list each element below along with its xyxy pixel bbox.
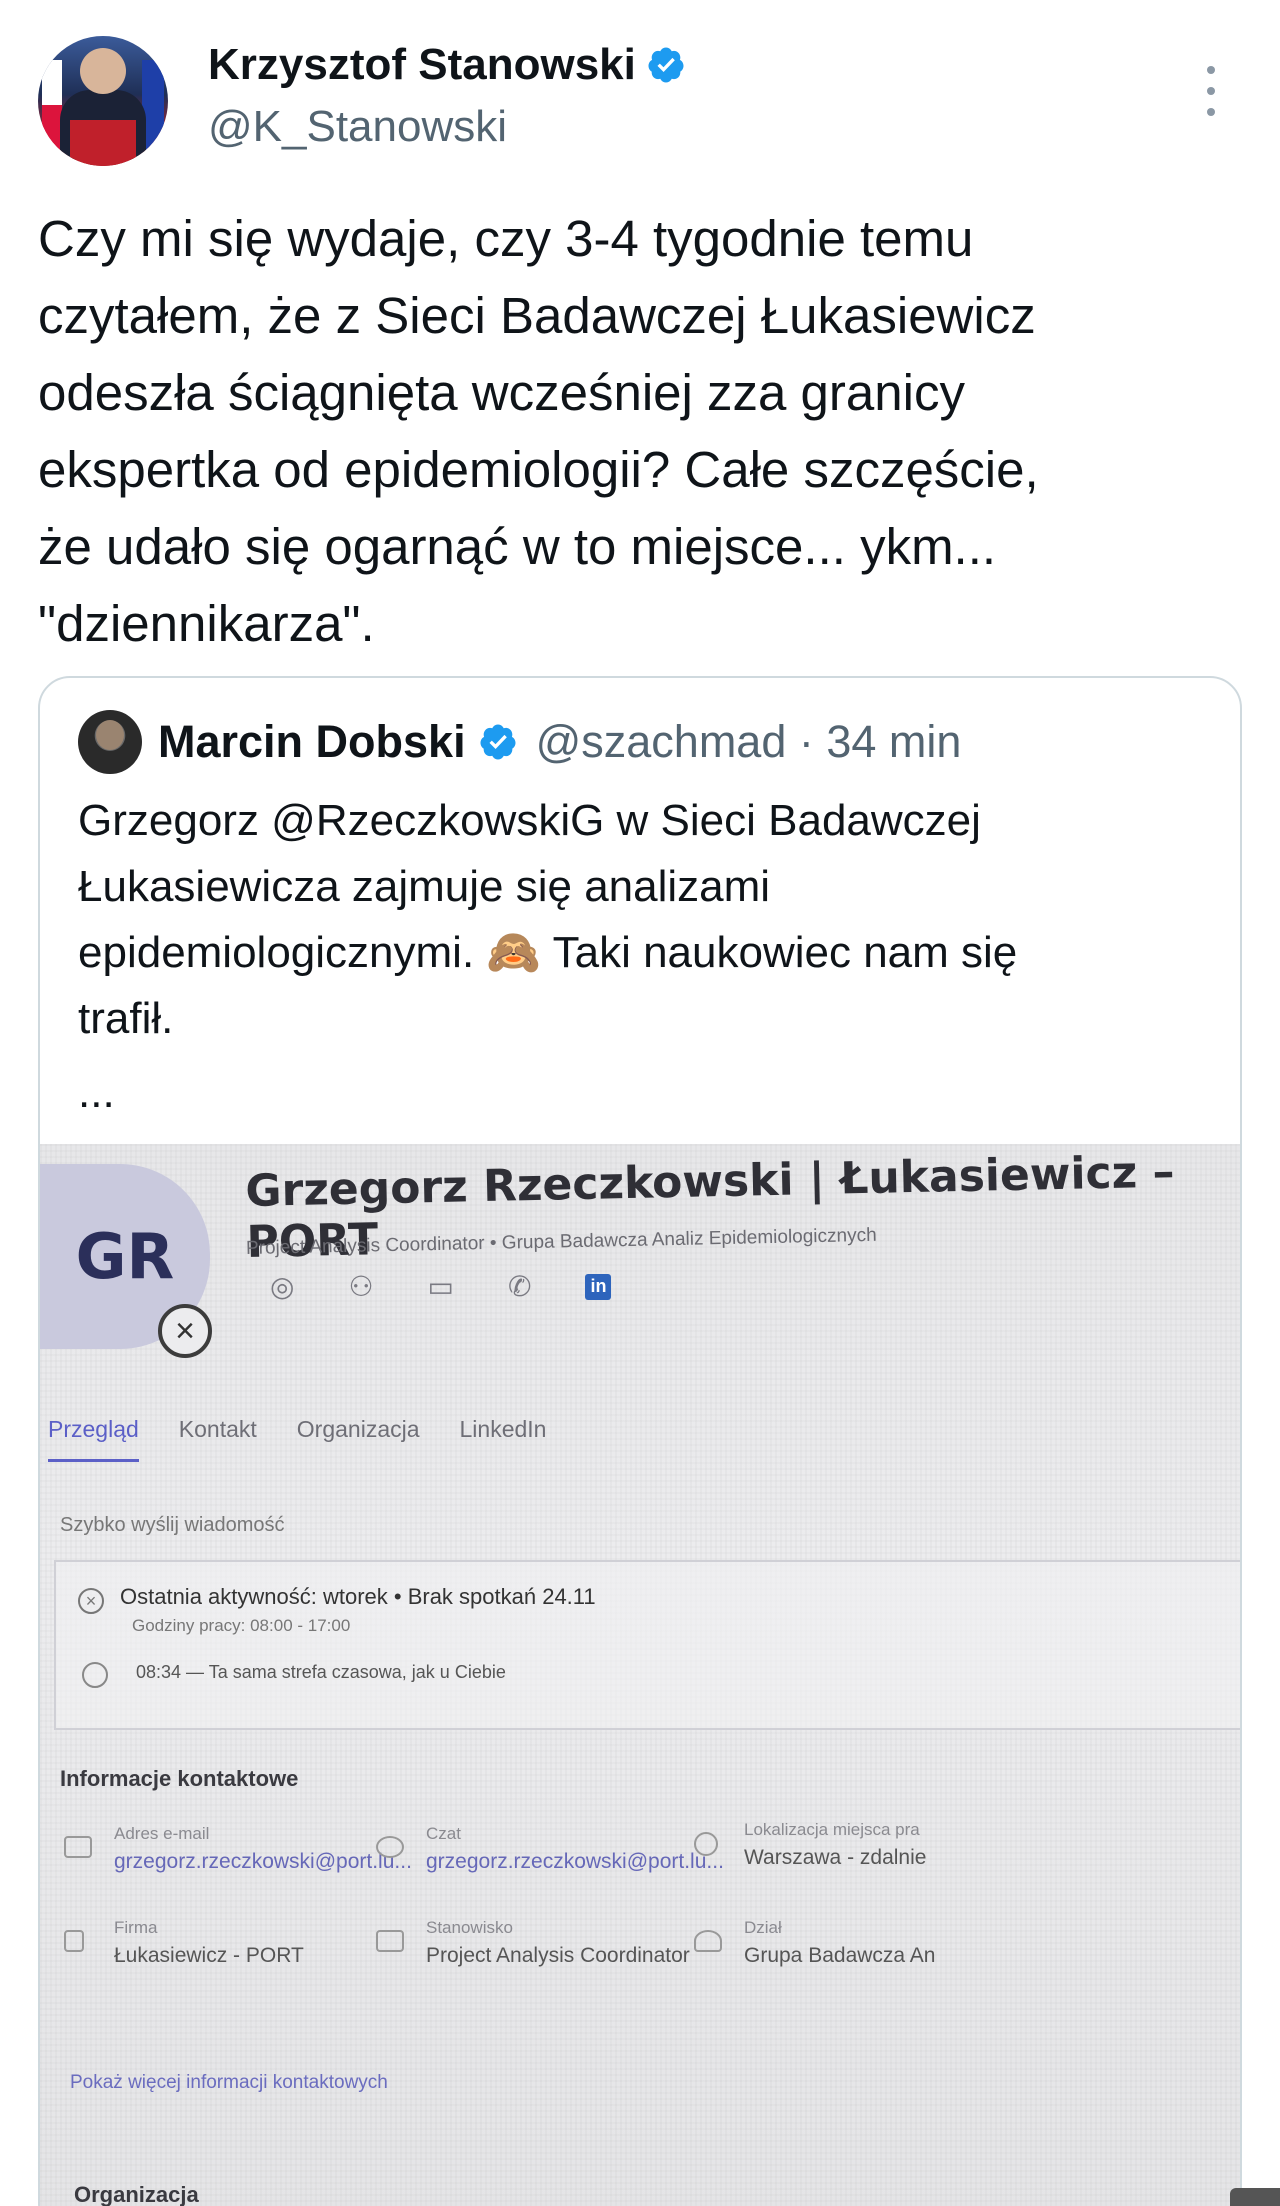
contact-company-value: Łukasiewicz - PORT [114, 1944, 304, 1967]
dot [1207, 108, 1215, 116]
tab-kontakt: Kontakt [178, 1416, 257, 1442]
linkedin-icon: in [585, 1273, 612, 1300]
avatar-podium [70, 120, 136, 166]
id-card-icon [376, 1930, 404, 1952]
contact-chat-label: Czat [426, 1824, 461, 1843]
avatar-face [80, 48, 126, 94]
tab-organizacja: Organizacja [296, 1416, 420, 1442]
quoted-tweet-ellipsis: ... [78, 1068, 115, 1117]
status-icon: × [78, 1588, 104, 1614]
contact-company-label: Firma [114, 1918, 158, 1937]
dot [1207, 66, 1215, 74]
contact-position-label: Stanowisko [426, 1918, 513, 1937]
author-display-name[interactable]: Krzysztof Stanowski [208, 40, 636, 90]
mail-icon [64, 1836, 92, 1858]
profile-action-icons: ◎ ⚇ ▭ ✆ in [270, 1270, 612, 1303]
people-icon [694, 1930, 722, 1952]
phone-icon: ✆ [508, 1271, 532, 1302]
tab-linkedin: LinkedIn [459, 1416, 547, 1442]
quoted-tweet-header: Marcin Dobski @szachmad · 34 min [78, 710, 961, 774]
contact-info-title: Informacje kontaktowe [60, 1766, 299, 1791]
contact-email-label: Adres e-mail [114, 1824, 210, 1843]
contact-chat-value: grzegorz.rzeczkowski@port.lu... [426, 1850, 724, 1873]
contact-location-label: Lokalizacja miejsca pra [744, 1820, 920, 1839]
author-avatar[interactable] [38, 36, 168, 166]
chat-icon [376, 1836, 404, 1858]
contact-email-value: grzegorz.rzeczkowski@port.lu... [114, 1850, 412, 1873]
verified-badge-icon [480, 724, 516, 760]
quoted-tweet-card[interactable]: Marcin Dobski @szachmad · 34 min Grzegor… [38, 676, 1242, 2206]
profile-tabs: Przegląd Kontakt Organizacja LinkedIn [48, 1416, 546, 1462]
author-handle[interactable]: @K_Stanowski [208, 102, 507, 152]
tweet-header: Krzysztof Stanowski @K_Stanowski [38, 36, 1242, 166]
quick-message-field: Szybko wyślij wiadomość [60, 1514, 285, 1536]
org-chart-icon: ⚇ [348, 1271, 374, 1302]
quoted-author-avatar [78, 710, 142, 774]
show-more-contact-link: Pokaż więcej informacji kontaktowych [70, 2072, 388, 2093]
chat-icon: ◎ [270, 1271, 295, 1302]
tab-przeglad: Przegląd [48, 1416, 139, 1462]
status-away-icon: × [158, 1304, 212, 1358]
contact-position-value: Project Analysis Coordinator [426, 1944, 690, 1967]
organization-title: Organizacja [74, 2182, 199, 2206]
contact-department-label: Dział [744, 1918, 782, 1937]
author-name-row[interactable]: Krzysztof Stanowski [208, 40, 686, 90]
building-icon [64, 1930, 84, 1952]
tweet-text: Czy mi się wydaje, czy 3-4 tygodnie temu… [38, 210, 1039, 652]
location-icon [694, 1832, 718, 1856]
quoted-author-name: Marcin Dobski [158, 716, 466, 767]
video-call-icon: ▭ [427, 1271, 455, 1302]
floating-button-edge[interactable] [1230, 2188, 1280, 2206]
last-activity: Ostatnia aktywność: wtorek • Brak spotka… [120, 1584, 596, 1609]
dot [1207, 87, 1215, 95]
profile-initials: GR [75, 1220, 175, 1293]
quoted-tweet-photo[interactable]: GR × Grzegorz Rzeczkowski | Łukasiewicz … [40, 1144, 1240, 2206]
verified-badge-icon [648, 47, 684, 83]
work-hours: Godziny pracy: 08:00 - 17:00 [132, 1616, 351, 1635]
contact-department-value: Grupa Badawcza An [744, 1944, 936, 1967]
activity-panel: × Ostatnia aktywność: wtorek • Brak spot… [54, 1560, 1240, 1730]
quoted-author-handle-time: @szachmad · 34 min [535, 716, 962, 767]
quoted-tweet-text: Grzegorz @RzeczkowskiG w Sieci Badawczej… [78, 796, 1018, 1043]
avatar-flag-left [42, 60, 62, 150]
more-options-icon[interactable] [1198, 66, 1224, 116]
contact-location-value: Warszawa - zdalnie [744, 1846, 927, 1869]
local-time: 08:34 — Ta sama strefa czasowa, jak u Ci… [136, 1662, 506, 1682]
clock-icon [82, 1662, 108, 1688]
